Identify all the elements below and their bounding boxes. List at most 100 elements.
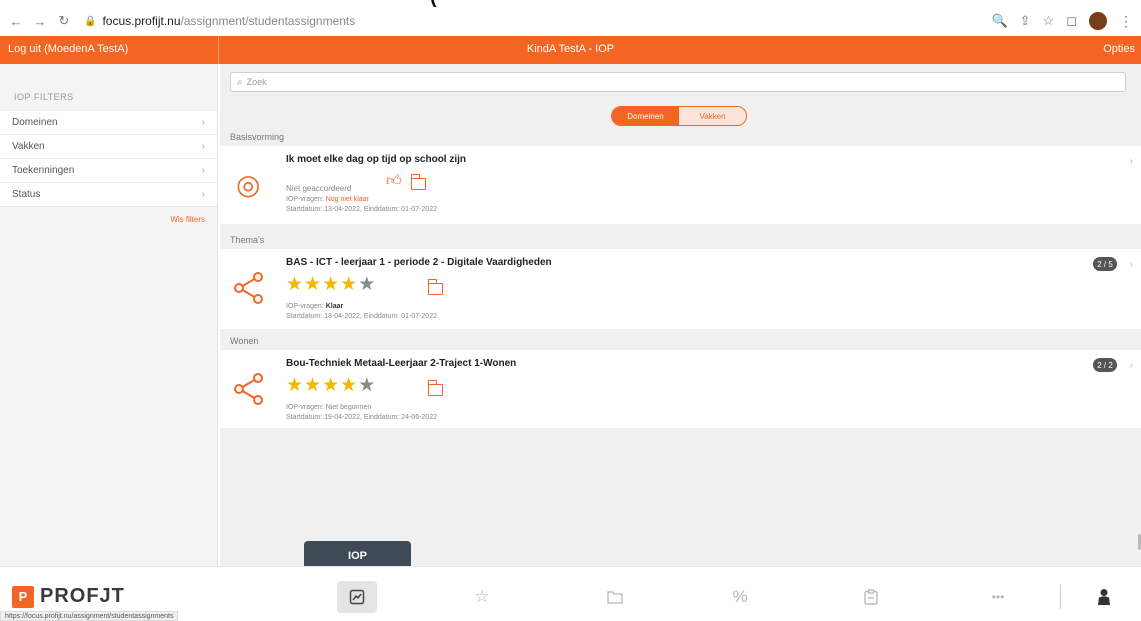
iop-questions-value: Niet begonnen <box>325 404 372 411</box>
star-filled-icon: ★ <box>322 375 341 396</box>
star-filled-icon: ★ <box>304 375 323 396</box>
tab-layout-icon[interactable]: ◻ <box>1066 13 1077 29</box>
iop-questions-value: Klaar <box>325 303 344 310</box>
top-heading-strip: ( <box>0 0 1141 8</box>
iop-questions: IOP-vragen: Niet begonnen <box>286 404 371 411</box>
nav-separator <box>1060 585 1061 609</box>
chevron-right-icon: › <box>201 141 205 152</box>
search-placeholder: Zoek <box>246 77 267 87</box>
section-label: Thema's <box>230 235 265 245</box>
rating-stars: ★★★★★ <box>286 374 376 397</box>
star-filled-icon: ★ <box>286 274 305 295</box>
star-filled-icon: ★ <box>340 274 359 295</box>
section-label: Wonen <box>230 336 259 346</box>
assignment-card[interactable]: ◎ Ik moet elke dag op tijd op school zij… <box>220 146 1141 224</box>
sidebar-item-status[interactable]: Status › <box>0 183 217 207</box>
forward-icon[interactable]: → <box>32 13 48 29</box>
card-title: Ik moet elke dag op tijd op school zijn <box>286 154 467 165</box>
reload-icon[interactable]: ↻ <box>56 13 72 29</box>
chart-box-icon <box>349 589 365 605</box>
filter-sidebar: IOP FILTERS Domeinen › Vakken › Toekenni… <box>0 64 218 566</box>
sidebar-heading: IOP FILTERS <box>14 92 74 102</box>
browser-menu-icon[interactable]: ⋮ <box>1119 13 1133 30</box>
search-icon: ⌕ <box>237 76 243 88</box>
folder-icon[interactable] <box>427 380 443 396</box>
zoom-icon[interactable]: 🔍 <box>991 13 1007 29</box>
filter-list: Domeinen › Vakken › Toekenningen › Statu… <box>0 111 217 207</box>
star-filled-icon: ★ <box>322 274 341 295</box>
logo-text: PROFJT <box>40 585 125 607</box>
page-title: KindA TestA - IOP <box>526 43 615 55</box>
star-filled-icon: ★ <box>304 274 323 295</box>
toggle-domeinen[interactable]: Domeinen <box>612 107 679 125</box>
url-path: /assignment/studentassignments <box>180 14 356 28</box>
clipboard-icon[interactable] <box>851 581 891 613</box>
search-input[interactable]: ⌕ Zoek <box>230 72 1126 92</box>
folder-nav-icon[interactable] <box>595 581 635 613</box>
more-icon[interactable]: ••• <box>978 581 1018 613</box>
card-dates: Startdatum: 13-04-2022, Einddatum: 01-07… <box>286 206 437 213</box>
rating-stars: ★★★★★ <box>286 273 376 296</box>
assignment-card[interactable]: BAS - ICT - leerjaar 1 - periode 2 - Dig… <box>220 249 1141 329</box>
approval-status: Niet geaccordeerd <box>286 184 352 193</box>
folder-outline-icon <box>607 591 623 604</box>
iop-questions-value: Nog niet klaar <box>325 196 369 203</box>
clipboard-outline-icon <box>864 589 878 605</box>
iop-questions-label: IOP-vragen: <box>286 196 324 203</box>
card-title: BAS - ICT - leerjaar 1 - periode 2 - Dig… <box>286 257 552 268</box>
percent-icon[interactable]: % <box>720 581 760 613</box>
share-icon <box>234 373 263 405</box>
sidebar-item-label: Domeinen <box>12 117 58 128</box>
logo-mark: P <box>12 585 34 608</box>
chevron-right-icon: › <box>1129 259 1133 270</box>
star-empty-icon: ★ <box>358 274 377 295</box>
bookmark-star-icon[interactable]: ☆ <box>1043 13 1055 29</box>
sidebar-item-domeinen[interactable]: Domeinen › <box>0 111 217 135</box>
options-link[interactable]: Opties <box>1103 43 1135 55</box>
sidebar-item-vakken[interactable]: Vakken › <box>0 135 217 159</box>
card-dates: Startdatum: 13-04-2022, Einddatum: 01-07… <box>286 313 437 320</box>
iop-icon[interactable] <box>337 581 377 613</box>
iop-questions-label: IOP-vragen: <box>286 404 324 411</box>
folder-icon[interactable] <box>427 279 443 295</box>
main-content: ⌕ Zoek Domeinen Vakken Basisvorming ◎ Ik… <box>220 64 1141 566</box>
sidebar-item-label: Vakken <box>12 141 45 152</box>
view-toggle: Domeinen Vakken <box>611 106 747 126</box>
address-bar[interactable]: 🔒 focus.profijt.nu /assignment/studentas… <box>84 14 355 28</box>
back-icon[interactable]: ← <box>8 13 24 29</box>
browser-toolbar: ← → ↻ 🔒 focus.profijt.nu /assignment/stu… <box>0 8 1141 34</box>
chevron-right-icon: › <box>201 117 205 128</box>
profile-avatar[interactable] <box>1089 12 1107 30</box>
thumbs-up-icon[interactable]: 👍︎ <box>386 172 402 190</box>
lock-icon: 🔒 <box>84 15 97 27</box>
app-header: Log uit (MoedenA TestA) KindA TestA - IO… <box>0 36 1141 64</box>
url-host: focus.profijt.nu <box>102 14 181 28</box>
person-icon <box>1098 589 1110 605</box>
chevron-right-icon: › <box>1129 360 1133 371</box>
chevron-right-icon: › <box>201 165 205 176</box>
iop-questions: IOP-vragen: Nog niet klaar <box>286 196 369 203</box>
iop-questions: IOP-vragen: Klaar <box>286 303 343 310</box>
star-filled-icon: ★ <box>286 375 305 396</box>
star-icon[interactable]: ☆ <box>462 581 502 613</box>
toggle-vakken[interactable]: Vakken <box>679 107 746 125</box>
share-icon <box>234 272 263 304</box>
folder-icon[interactable] <box>410 174 426 190</box>
sidebar-item-label: Status <box>12 189 41 200</box>
iop-questions-label: IOP-vragen: <box>286 303 324 310</box>
share-page-icon[interactable]: ⇪ <box>1020 13 1031 29</box>
status-url-bar: https://focus.profijt.nu/assignment/stud… <box>0 611 179 621</box>
star-empty-icon: ★ <box>358 375 377 396</box>
assignment-card[interactable]: Bou-Techniek Metaal-Leerjaar 2-Traject 1… <box>220 350 1141 428</box>
star-filled-icon: ★ <box>340 375 359 396</box>
browser-actions: 🔍 ⇪ ☆ ◻ ⋮ <box>991 12 1133 30</box>
card-dates: Startdatum: 19-04-2022, Einddatum: 24-06… <box>286 414 437 421</box>
clear-filters-link[interactable]: Wis filters <box>0 207 217 232</box>
top-heading-fragment: ( <box>430 0 437 8</box>
chevron-right-icon: › <box>201 189 205 200</box>
target-icon: ◎ <box>236 169 261 200</box>
chevron-right-icon: › <box>1129 156 1133 167</box>
progress-badge: 2 / 2 <box>1093 358 1117 372</box>
user-icon[interactable] <box>1084 581 1124 613</box>
sidebar-item-toekenningen[interactable]: Toekenningen › <box>0 159 217 183</box>
